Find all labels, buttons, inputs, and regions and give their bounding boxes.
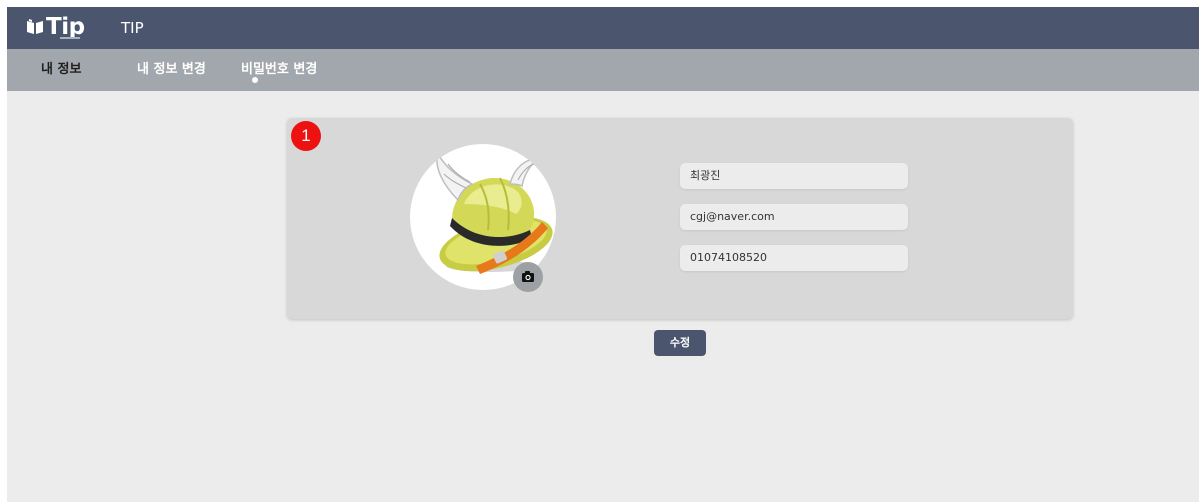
name-field[interactable]: 최광진 [680,163,908,189]
nav-tab-my-info[interactable]: 내 정보 [41,62,81,78]
nav-tab-change-password[interactable]: 비밀번호 변경 [241,62,317,78]
app-window: Tip TIP 내 정보 내 정보 변경 비밀번호 변경 1 최광진 cgj@n… [7,7,1199,502]
tip-logo[interactable]: Tip [26,13,88,43]
nav-tab-edit-info[interactable]: 내 정보 변경 [137,62,206,78]
phone-field[interactable]: 01074108520 [680,245,908,271]
step-marker-badge: 1 [291,121,321,151]
edit-button[interactable]: 수정 [654,330,706,356]
app-title: TIP [121,19,144,37]
sub-navigation: 내 정보 내 정보 변경 비밀번호 변경 [7,49,1199,91]
book-logo-icon [27,19,43,34]
profile-card: 1 최광진 cgj@naver.com 01074108520 [287,118,1073,319]
logo-underline [60,37,80,39]
mouse-cursor [252,77,258,83]
email-field[interactable]: cgj@naver.com [680,204,908,230]
camera-icon [522,271,534,282]
change-photo-button[interactable] [513,262,543,292]
top-bar: Tip TIP [7,7,1199,49]
